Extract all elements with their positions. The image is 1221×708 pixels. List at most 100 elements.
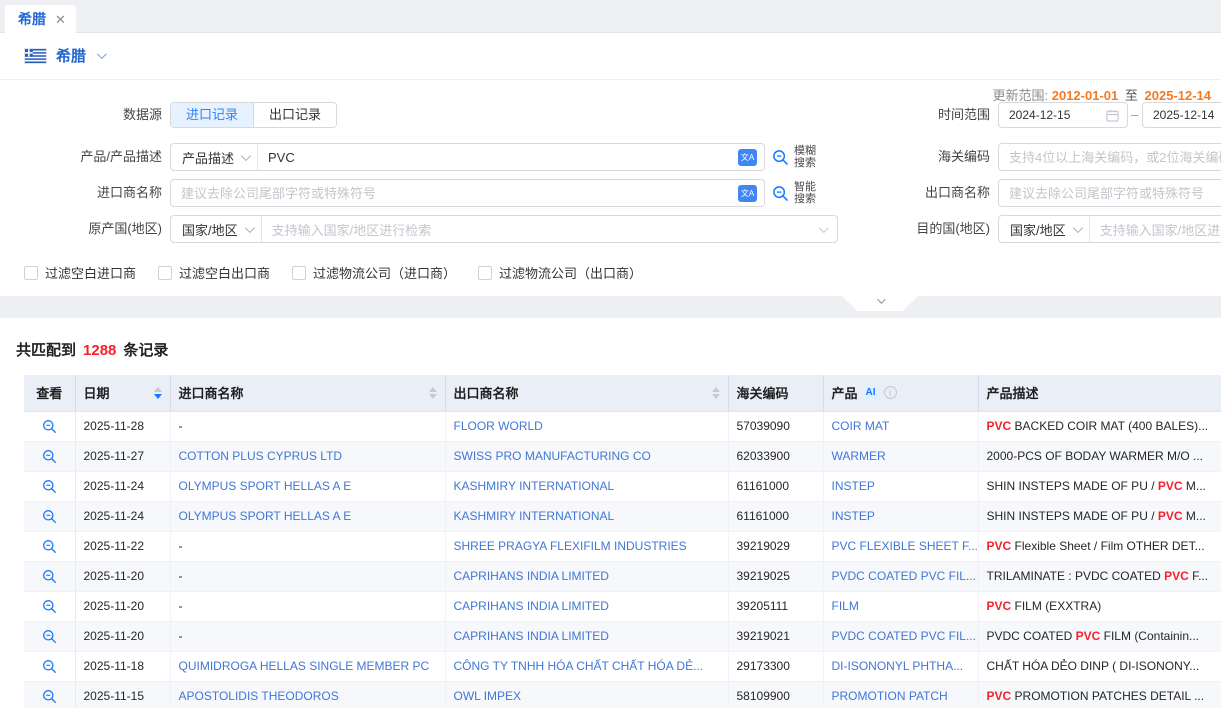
hs-code-cell: 39219029 <box>728 531 823 561</box>
exporter-link[interactable]: CÔNG TY TNHH HÓA CHẤT CHẤT HÓA DẺ... <box>454 659 704 673</box>
view-cell <box>24 441 75 471</box>
tab-export-records[interactable]: 出口记录 <box>253 103 336 127</box>
view-cell <box>24 651 75 681</box>
product-link[interactable]: FILM <box>832 599 859 613</box>
date-end-input[interactable]: 2025-12-14 <box>1142 102 1221 128</box>
product-link[interactable]: PROMOTION PATCH <box>832 689 948 703</box>
checkbox-icon <box>24 266 38 280</box>
checkbox-filter-blank-importer[interactable]: 过滤空白进口商 <box>24 263 136 282</box>
destination-label: 目的国(地区) <box>870 215 990 243</box>
description-cell: SHIN INSTEPS MADE OF PU / PVC M... <box>978 501 1221 531</box>
checkbox-filter-logistics-importer[interactable]: 过滤物流公司（进口商） <box>292 263 456 282</box>
chevron-down-icon <box>877 295 885 303</box>
product-field-select[interactable]: 产品描述 <box>171 144 258 170</box>
importer-link[interactable]: OLYMPUS SPORT HELLAS A E <box>179 479 352 493</box>
exporter-link[interactable]: SWISS PRO MANUFACTURING CO <box>454 449 651 463</box>
view-search-icon[interactable] <box>42 509 57 524</box>
product-cell: PVDC COATED PVC FIL... <box>823 621 978 651</box>
exporter-link[interactable]: SHREE PRAGYA FLEXIFILM INDUSTRIES <box>454 539 687 553</box>
description-cell: PVC BACKED COIR MAT (400 BALES)... <box>978 411 1221 441</box>
info-icon[interactable]: i <box>884 386 897 399</box>
column-header-exporter[interactable]: 出口商名称 <box>445 375 728 411</box>
results-summary: 共匹配到1288条记录 <box>16 339 168 360</box>
destination-select[interactable]: 国家/地区 <box>999 216 1090 242</box>
product-link[interactable]: PVDC COATED PVC FIL... <box>832 629 976 643</box>
product-cell: PROMOTION PATCH <box>823 681 978 708</box>
update-range-end: 2025-12-14 <box>1145 88 1212 103</box>
exporter-link[interactable]: KASHMIRY INTERNATIONAL <box>454 509 615 523</box>
summary-suffix: 条记录 <box>123 342 168 359</box>
product-link[interactable]: INSTEP <box>832 479 875 493</box>
importer-link[interactable]: COTTON PLUS CYPRUS LTD <box>179 449 343 463</box>
checkbox-filter-logistics-exporter[interactable]: 过滤物流公司（出口商） <box>478 263 642 282</box>
table-header-row: 查看 日期 进口商名称 出口商名称 <box>24 375 1221 411</box>
column-header-date[interactable]: 日期 <box>75 375 170 411</box>
origin-country-input[interactable]: 支持输入国家/地区进行检索 <box>262 220 837 239</box>
sort-icon-exporter[interactable] <box>712 387 720 399</box>
importer-input[interactable] <box>171 180 764 206</box>
sort-icon-date[interactable] <box>154 387 162 399</box>
importer-cell: - <box>170 591 445 621</box>
exporter-cell: KASHMIRY INTERNATIONAL <box>445 501 728 531</box>
destination-input[interactable]: 支持输入国家/地区进行 <box>1090 220 1221 239</box>
product-link[interactable]: PVC FLEXIBLE SHEET F... <box>832 539 979 553</box>
hs-code-cell: 58109900 <box>728 681 823 708</box>
view-search-icon[interactable] <box>42 479 57 494</box>
search-icon <box>772 185 789 202</box>
close-icon[interactable]: ✕ <box>55 13 66 26</box>
hs-code-input[interactable] <box>999 144 1221 170</box>
origin-country-group: 国家/地区 支持输入国家/地区进行检索 <box>170 215 838 243</box>
exporter-link[interactable]: KASHMIRY INTERNATIONAL <box>454 479 615 493</box>
table-row: 2025-11-24OLYMPUS SPORT HELLAS A EKASHMI… <box>24 471 1221 501</box>
importer-link[interactable]: OLYMPUS SPORT HELLAS A E <box>179 509 352 523</box>
datasource-label: 数据源 <box>0 102 162 128</box>
product-label: 产品/产品描述 <box>0 143 162 171</box>
table-row: 2025-11-18QUIMIDROGA HELLAS SINGLE MEMBE… <box>24 651 1221 681</box>
product-link[interactable]: WARMER <box>832 449 886 463</box>
exporter-input[interactable] <box>999 180 1221 206</box>
exporter-cell: FLOOR WORLD <box>445 411 728 441</box>
product-link[interactable]: DI-ISONONYL PHTHA... <box>832 659 964 673</box>
collapse-handle[interactable] <box>842 296 918 311</box>
product-link[interactable]: PVDC COATED PVC FIL... <box>832 569 976 583</box>
view-cell <box>24 501 75 531</box>
translate-icon[interactable]: 文A <box>738 149 757 166</box>
exporter-link[interactable]: CAPRIHANS INDIA LIMITED <box>454 599 609 613</box>
product-link[interactable]: COIR MAT <box>832 419 890 433</box>
product-input[interactable] <box>258 144 764 170</box>
view-search-icon[interactable] <box>42 449 57 464</box>
exporter-link[interactable]: CAPRIHANS INDIA LIMITED <box>454 569 609 583</box>
tab-import-records[interactable]: 进口记录 <box>171 103 253 127</box>
smart-search-button[interactable]: 智能搜索 <box>772 182 816 205</box>
sort-icon-importer[interactable] <box>429 387 437 399</box>
view-search-icon[interactable] <box>42 629 57 644</box>
view-search-icon[interactable] <box>42 539 57 554</box>
table-row: 2025-11-20-CAPRIHANS INDIA LIMITED392190… <box>24 561 1221 591</box>
importer-cell: - <box>170 531 445 561</box>
column-header-description: 产品描述 <box>978 375 1221 411</box>
description-cell: CHẤT HÓA DẺO DINP ( DI-ISONONY... <box>978 651 1221 681</box>
fuzzy-search-button[interactable]: 模糊搜索 <box>772 146 816 169</box>
origin-country-select[interactable]: 国家/地区 <box>171 216 262 242</box>
product-cell: FILM <box>823 591 978 621</box>
product-link[interactable]: INSTEP <box>832 509 875 523</box>
exporter-link[interactable]: CAPRIHANS INDIA LIMITED <box>454 629 609 643</box>
importer-link[interactable]: QUIMIDROGA HELLAS SINGLE MEMBER PC <box>179 659 430 673</box>
view-search-icon[interactable] <box>42 569 57 584</box>
view-search-icon[interactable] <box>42 419 57 434</box>
exporter-cell: OWL IMPEX <box>445 681 728 708</box>
chevron-down-icon[interactable] <box>97 49 107 59</box>
importer-link[interactable]: APOSTOLIDIS THEODOROS <box>179 689 339 703</box>
view-search-icon[interactable] <box>42 599 57 614</box>
checkbox-icon <box>292 266 306 280</box>
tab-greece[interactable]: 希腊 ✕ <box>5 5 76 33</box>
exporter-link[interactable]: OWL IMPEX <box>454 689 522 703</box>
date-start-input[interactable]: 2024-12-15 <box>998 102 1128 128</box>
view-search-icon[interactable] <box>42 659 57 674</box>
checkbox-filter-blank-exporter[interactable]: 过滤空白出口商 <box>158 263 270 282</box>
view-search-icon[interactable] <box>42 689 57 704</box>
exporter-link[interactable]: FLOOR WORLD <box>454 419 543 433</box>
column-header-importer[interactable]: 进口商名称 <box>170 375 445 411</box>
translate-icon[interactable]: 文A <box>738 185 757 202</box>
description-text: TRILAMINATE : PVDC COATED <box>987 569 1165 583</box>
